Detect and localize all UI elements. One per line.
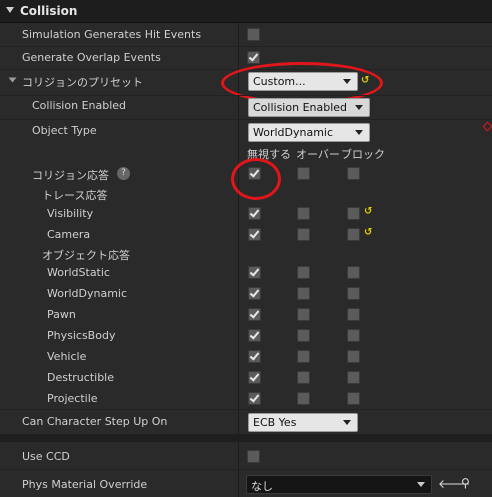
- object-block-checkbox[interactable]: [347, 392, 360, 405]
- search-icon[interactable]: ⚲: [461, 476, 470, 490]
- step-up-value: ECB Yes: [253, 416, 297, 429]
- row-divider: [0, 469, 492, 470]
- object-ignore-checkbox[interactable]: [248, 308, 261, 321]
- trace-overlap-checkbox[interactable]: [297, 228, 310, 241]
- object-channel-label: Projectile: [47, 392, 98, 405]
- reset-arrow-icon[interactable]: ↺: [364, 206, 372, 217]
- trace-overlap-checkbox[interactable]: [297, 207, 310, 220]
- object-ignore-checkbox[interactable]: [248, 329, 261, 342]
- object-type-value: WorldDynamic: [253, 126, 334, 139]
- object-ignore-checkbox[interactable]: [248, 392, 261, 405]
- response-overlap-checkbox[interactable]: [297, 167, 310, 180]
- phys-material-combo[interactable]: なし: [246, 475, 432, 494]
- object-ignore-checkbox[interactable]: [248, 371, 261, 384]
- object-ignore-checkbox[interactable]: [248, 266, 261, 279]
- object-block-checkbox[interactable]: [347, 308, 360, 321]
- trace-ignore-checkbox[interactable]: [248, 207, 261, 220]
- object-overlap-checkbox[interactable]: [297, 371, 310, 384]
- object-overlap-checkbox[interactable]: [297, 350, 310, 363]
- object-type-dropdown[interactable]: WorldDynamic: [248, 123, 370, 142]
- phys-material-value: なし: [251, 480, 273, 493]
- object-block-checkbox[interactable]: [347, 329, 360, 342]
- object-channel-label: PhysicsBody: [47, 329, 116, 342]
- question-icon[interactable]: ?: [117, 167, 130, 180]
- section-spacer: [0, 434, 492, 442]
- col-overlap-label: オーバー: [296, 148, 340, 161]
- collision-enabled-value: Collision Enabled: [253, 101, 348, 114]
- chevron-down-icon: [355, 130, 363, 135]
- preset-label: コリジョンのプリセット: [22, 76, 143, 89]
- object-overlap-checkbox[interactable]: [297, 308, 310, 321]
- object-response-label: オブジェクト応答: [42, 249, 130, 262]
- step-up-dropdown[interactable]: ECB Yes: [248, 413, 358, 432]
- collision-panel: Collision Simulation Generates Hit Event…: [0, 0, 492, 497]
- row-divider: [0, 46, 492, 47]
- row-divider: [0, 409, 492, 410]
- object-overlap-checkbox[interactable]: [297, 287, 310, 300]
- object-block-checkbox[interactable]: [347, 266, 360, 279]
- chevron-down-icon: [343, 420, 351, 425]
- trace-response-label: トレース応答: [42, 189, 108, 202]
- category-header[interactable]: Collision: [0, 0, 492, 23]
- red-diamond-marker: [482, 121, 492, 132]
- collapse-arrow-icon[interactable]: [6, 7, 14, 13]
- expand-arrow-icon[interactable]: [8, 77, 17, 83]
- row-divider: [0, 95, 492, 96]
- trace-block-checkbox[interactable]: [347, 228, 360, 241]
- object-block-checkbox[interactable]: [347, 371, 360, 384]
- row-divider: [0, 119, 492, 120]
- trace-channel-label: Camera: [47, 228, 91, 241]
- object-channel-label: WorldDynamic: [47, 287, 128, 300]
- object-overlap-checkbox[interactable]: [297, 392, 310, 405]
- sim-hit-checkbox[interactable]: [247, 28, 260, 41]
- object-channel-label: Destructible: [47, 371, 114, 384]
- object-ignore-checkbox[interactable]: [248, 350, 261, 363]
- object-ignore-checkbox[interactable]: [248, 287, 261, 300]
- step-up-label: Can Character Step Up On: [22, 415, 168, 428]
- annotation-circle: [231, 158, 281, 200]
- collision-enabled-label: Collision Enabled: [32, 99, 127, 112]
- gen-overlap-label: Generate Overlap Events: [22, 51, 161, 64]
- object-channel-label: WorldStatic: [47, 266, 110, 279]
- object-block-checkbox[interactable]: [347, 350, 360, 363]
- trace-block-checkbox[interactable]: [347, 207, 360, 220]
- object-type-label: Object Type: [32, 124, 97, 137]
- col-block-label: ブロック: [341, 148, 385, 161]
- use-ccd-label: Use CCD: [22, 450, 70, 463]
- object-overlap-checkbox[interactable]: [297, 329, 310, 342]
- sim-hit-label: Simulation Generates Hit Events: [22, 28, 202, 41]
- phys-material-label: Phys Material Override: [22, 478, 148, 491]
- response-block-checkbox[interactable]: [347, 167, 360, 180]
- object-channel-label: Pawn: [47, 308, 76, 321]
- reset-arrow-icon[interactable]: ↺: [364, 227, 372, 238]
- trace-channel-label: Visibility: [47, 207, 94, 220]
- object-channel-label: Vehicle: [47, 350, 87, 363]
- chevron-down-icon: [417, 482, 425, 487]
- object-overlap-checkbox[interactable]: [297, 266, 310, 279]
- gen-overlap-checkbox[interactable]: [247, 51, 260, 64]
- chevron-down-icon: [355, 105, 363, 110]
- collision-response-label: コリジョン応答: [32, 169, 109, 182]
- use-ccd-checkbox[interactable]: [247, 450, 260, 463]
- object-block-checkbox[interactable]: [347, 287, 360, 300]
- collision-enabled-dropdown[interactable]: Collision Enabled: [248, 98, 370, 117]
- trace-ignore-checkbox[interactable]: [248, 228, 261, 241]
- category-title: Collision: [20, 4, 78, 18]
